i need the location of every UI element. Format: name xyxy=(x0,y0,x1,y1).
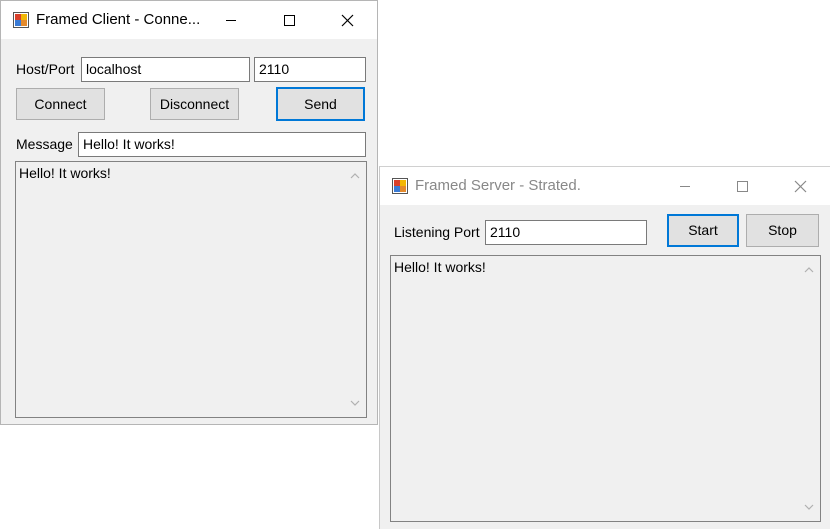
message-input[interactable]: Hello! It works! xyxy=(78,132,366,157)
connect-button[interactable]: Connect xyxy=(16,88,105,120)
chevron-down-icon[interactable] xyxy=(799,498,819,516)
maximize-icon[interactable] xyxy=(266,1,312,39)
client-window-title: Framed Client - Conne... xyxy=(36,11,201,28)
server-window: Framed Server - Strated. Listening Port … xyxy=(379,166,830,529)
disconnect-button[interactable]: Disconnect xyxy=(150,88,239,120)
minimize-icon[interactable] xyxy=(662,167,708,205)
server-log-scrollbar[interactable] xyxy=(799,257,819,520)
app-window-icon xyxy=(13,12,29,28)
server-window-title: Framed Server - Strated. xyxy=(415,177,581,194)
client-window: Framed Client - Conne... Host/Port local… xyxy=(0,0,378,425)
listening-port-label: Listening Port xyxy=(394,224,480,240)
chevron-down-icon[interactable] xyxy=(345,394,365,412)
close-icon[interactable] xyxy=(324,1,370,39)
client-log-textbox[interactable]: Hello! It works! xyxy=(15,161,367,418)
send-button[interactable]: Send xyxy=(276,87,365,121)
server-titlebar[interactable]: Framed Server - Strated. xyxy=(380,167,830,205)
app-window-icon xyxy=(392,178,408,194)
close-icon[interactable] xyxy=(777,167,823,205)
client-titlebar[interactable]: Framed Client - Conne... xyxy=(1,1,377,39)
host-port-label: Host/Port xyxy=(16,61,75,77)
port-input[interactable]: 2110 xyxy=(254,57,366,82)
minimize-icon[interactable] xyxy=(208,1,254,39)
stop-button[interactable]: Stop xyxy=(746,214,819,247)
host-input[interactable]: localhost xyxy=(81,57,250,82)
message-label: Message xyxy=(16,136,73,152)
chevron-up-icon[interactable] xyxy=(345,167,365,185)
chevron-up-icon[interactable] xyxy=(799,261,819,279)
start-button[interactable]: Start xyxy=(667,214,739,247)
client-log-scrollbar[interactable] xyxy=(345,163,365,416)
server-log-textbox[interactable]: Hello! It works! xyxy=(390,255,821,522)
listening-port-input[interactable]: 2110 xyxy=(485,220,647,245)
client-log-text: Hello! It works! xyxy=(19,165,111,181)
maximize-icon[interactable] xyxy=(719,167,765,205)
server-log-text: Hello! It works! xyxy=(394,259,486,275)
